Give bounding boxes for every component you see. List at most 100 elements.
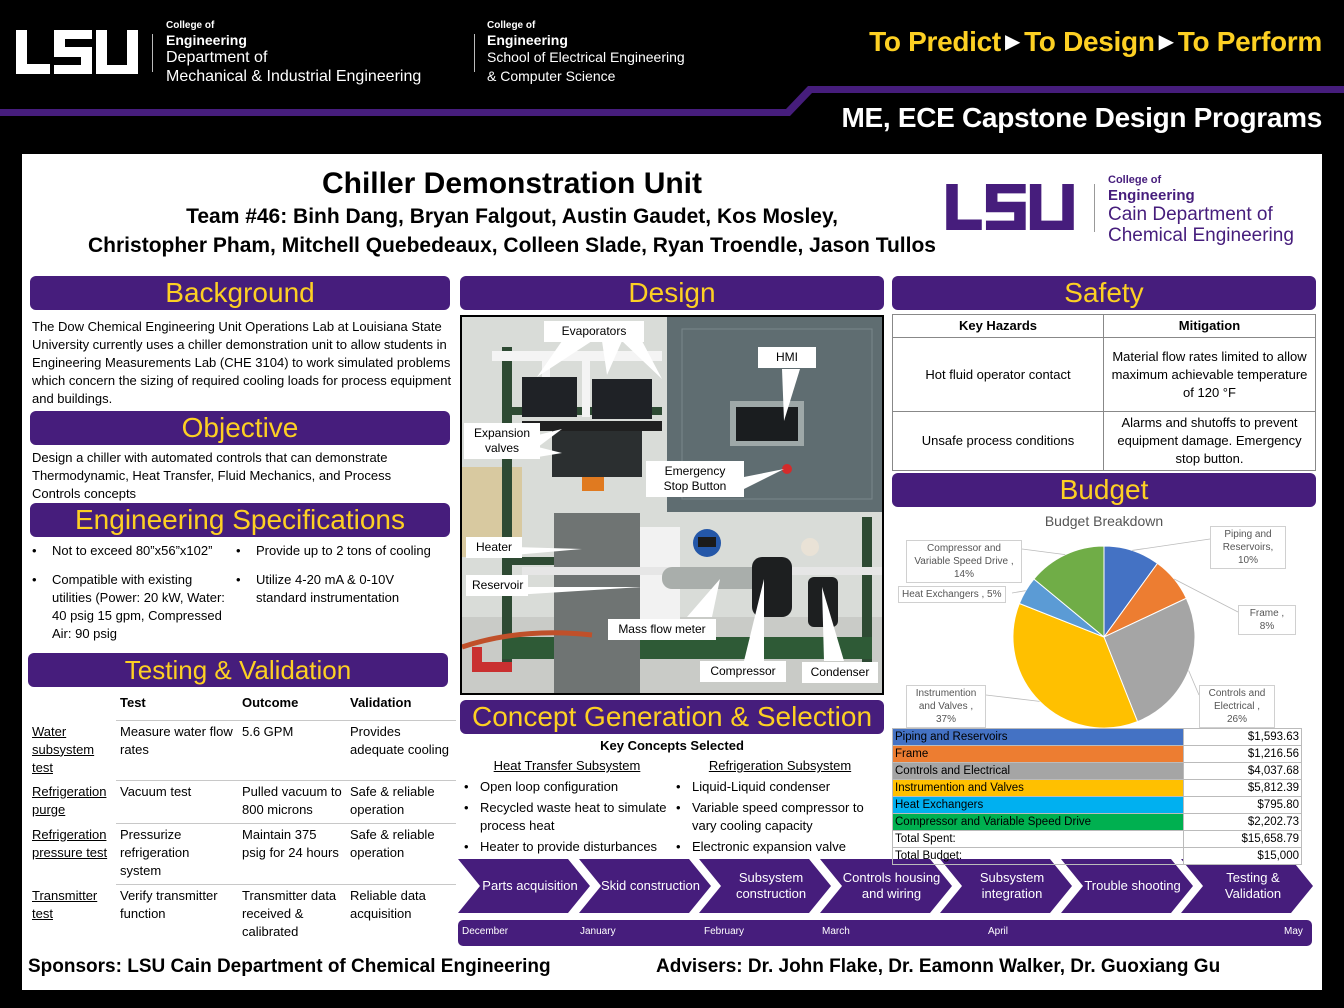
month-label: January <box>580 926 616 937</box>
column-header-mitigation: Mitigation <box>1103 314 1316 338</box>
test-cell: Measure water flow rates <box>116 720 238 781</box>
leader-line <box>1021 548 1066 556</box>
test-cell: Vacuum test <box>116 780 238 824</box>
callout-mass-flow-meter: Mass flow meter <box>608 619 716 640</box>
concept-text: Variable speed compressor to vary coolin… <box>692 800 864 833</box>
lsu-purple-logo <box>946 184 1074 230</box>
timeline-step-label: Parts acquisition <box>482 878 578 893</box>
callout-condenser: Condenser <box>802 662 878 683</box>
project-timeline: Parts acquisition Skid construction Subsys… <box>458 859 1314 913</box>
bullet-icon: • <box>236 543 241 558</box>
column-header-test: Test <box>116 690 238 721</box>
dept-line1: Department of <box>166 49 268 66</box>
month-label: December <box>462 926 509 937</box>
college-label: College of <box>1108 174 1162 186</box>
budget-row: Instrumention and Valves $5,812.39 <box>892 779 1302 797</box>
spec-item: • Not to exceed 80”x56”x102” <box>28 542 238 560</box>
tagline: To Predict ▶ To Design ▶ To Perform <box>869 26 1322 58</box>
test-label: Water subsystem test <box>32 723 95 775</box>
poster: Chiller Demonstration Unit Team #46: Bin… <box>22 154 1322 990</box>
ece-school-logo: College of Engineering School of Electri… <box>487 20 685 86</box>
months-bar: December January February March April May <box>458 920 1312 946</box>
total-spent-value: $15,658.79 <box>1183 830 1302 848</box>
timeline-step-label: Subsystem integration <box>979 870 1045 901</box>
table-row: Unsafe process conditions Alarms and shu… <box>892 411 1316 471</box>
validation-cell: Provides adequate cooling <box>346 720 456 781</box>
testing-table: Test Outcome Validation Water subsystem … <box>28 690 456 945</box>
callout-evaporators: Evaporators <box>544 321 644 342</box>
cain-department-logo: College of Engineering Cain Department o… <box>1108 174 1294 246</box>
timeline-step: Skid construction <box>578 859 711 913</box>
cain-line2: Chemical Engineering <box>1108 225 1294 246</box>
test-label: Transmitter test <box>32 887 98 921</box>
subsystem-title: Heat Transfer Subsystem <box>493 758 641 773</box>
college-label: College of <box>487 20 536 31</box>
leader-line <box>985 694 1040 702</box>
page-header: College of Engineering Department of Mec… <box>0 0 1344 150</box>
school-line1: School of Electrical Engineering <box>487 49 685 65</box>
total-spent-row: Total Spent: $15,658.79 <box>892 830 1302 848</box>
budget-amount: $795.80 <box>1183 796 1302 814</box>
spec-item: • Utilize 4-20 mA & 0-10V standard instru… <box>232 571 442 607</box>
callout-expansion-valves: Expansion valves <box>464 423 540 459</box>
concept-text: Heater to provide disturbances <box>480 839 658 854</box>
pie-data-label: Frame , 8% <box>1238 605 1296 635</box>
lsu-logo <box>16 30 138 74</box>
leader-line <box>1188 670 1200 696</box>
advisers-text: Advisers: Dr. John Flake, Dr. Eamonn Wal… <box>656 956 1221 977</box>
pie-data-label: Controls and Electrical , 26% <box>1199 685 1275 728</box>
budget-row: Frame $1,216.56 <box>892 745 1302 763</box>
tagline-perform: To Perform <box>1177 26 1323 57</box>
team-members-line2: Christopher Pham, Mitchell Quebedeaux, C… <box>88 234 936 257</box>
budget-pie-chart: Budget Breakdown Piping and Reservoirs, … <box>892 509 1316 729</box>
budget-amount: $1,593.63 <box>1183 728 1302 746</box>
spec-text: Compatible with existing utilities (Powe… <box>52 572 225 641</box>
concept-item: • Electronic expansion valve <box>674 838 886 856</box>
bullet-icon: • <box>676 839 681 854</box>
team-members-line1: Team #46: Binh Dang, Bryan Falgout, Aust… <box>186 205 838 228</box>
outcome-cell: 5.6 GPM <box>238 720 346 781</box>
outcome-cell: Pulled vacuum to 800 microns <box>238 780 346 824</box>
spec-item: • Compatible with existing utilities (Pow… <box>28 571 228 643</box>
objective-text: Design a chiller with automated controls… <box>32 450 392 501</box>
total-spent-label: Total Spent: <box>892 830 1184 848</box>
month-label: March <box>822 926 850 937</box>
refrigeration-concepts: Refrigeration Subsystem • Liquid-Liquid c… <box>674 757 886 859</box>
timeline-step: Subsystem construction <box>699 859 831 913</box>
timeline-step-label: Subsystem construction <box>735 870 807 901</box>
program-title: ME, ECE Capstone Design Programs <box>841 102 1322 133</box>
column-header-validation: Validation <box>346 690 456 721</box>
test-cell: Pressurize refrigeration system <box>116 823 238 885</box>
concept-text: Liquid-Liquid condenser <box>692 779 831 794</box>
timeline-step: Testing & Validation <box>1181 859 1313 913</box>
month-label: April <box>988 926 1009 937</box>
budget-row: Compressor and Variable Speed Drive $2,20… <box>892 813 1302 831</box>
pie-data-label: Compressor and Variable Speed Drive , 14… <box>906 540 1022 583</box>
total-budget-label: Total Budget: <box>892 847 1184 865</box>
key-concepts-title: Key Concepts Selected <box>600 738 744 753</box>
table-row: Hot fluid operator contact Material flow… <box>892 337 1316 412</box>
specs-heading: Engineering Specifications <box>30 503 450 537</box>
bullet-icon: • <box>464 839 469 854</box>
validation-cell: Safe & reliable operation <box>346 780 456 824</box>
column-header-hazards: Key Hazards <box>892 314 1104 338</box>
footer: Sponsors: LSU Cain Department of Chemica… <box>28 956 1318 978</box>
logo-divider <box>1094 184 1095 232</box>
callout-compressor: Compressor <box>700 661 786 682</box>
timeline-step-label: Skid construction <box>601 878 700 893</box>
play-arrow-icon: ▶ <box>1158 31 1174 53</box>
spec-item: • Provide up to 2 tons of cooling <box>232 542 452 560</box>
college-label: College of <box>166 20 215 31</box>
spec-text: Provide up to 2 tons of cooling <box>256 543 431 558</box>
engineering-label: Engineering <box>487 32 568 48</box>
concept-item: • Liquid-Liquid condenser <box>674 778 886 796</box>
timeline-step-label: Controls housing and wiring <box>842 870 941 901</box>
validation-cell: Reliable data acquisition <box>346 884 456 945</box>
timeline-step: Parts acquisition <box>458 859 590 913</box>
play-arrow-icon: ▶ <box>1004 31 1021 53</box>
budget-category: Instrumention and Valves <box>892 779 1184 797</box>
concept-item: • Recycled waste heat to simulate process… <box>462 799 672 835</box>
sponsors-text: Sponsors: LSU Cain Department of Chemica… <box>28 956 551 977</box>
month-label: May <box>1284 926 1303 937</box>
concept-text: Open loop configuration <box>480 779 619 794</box>
